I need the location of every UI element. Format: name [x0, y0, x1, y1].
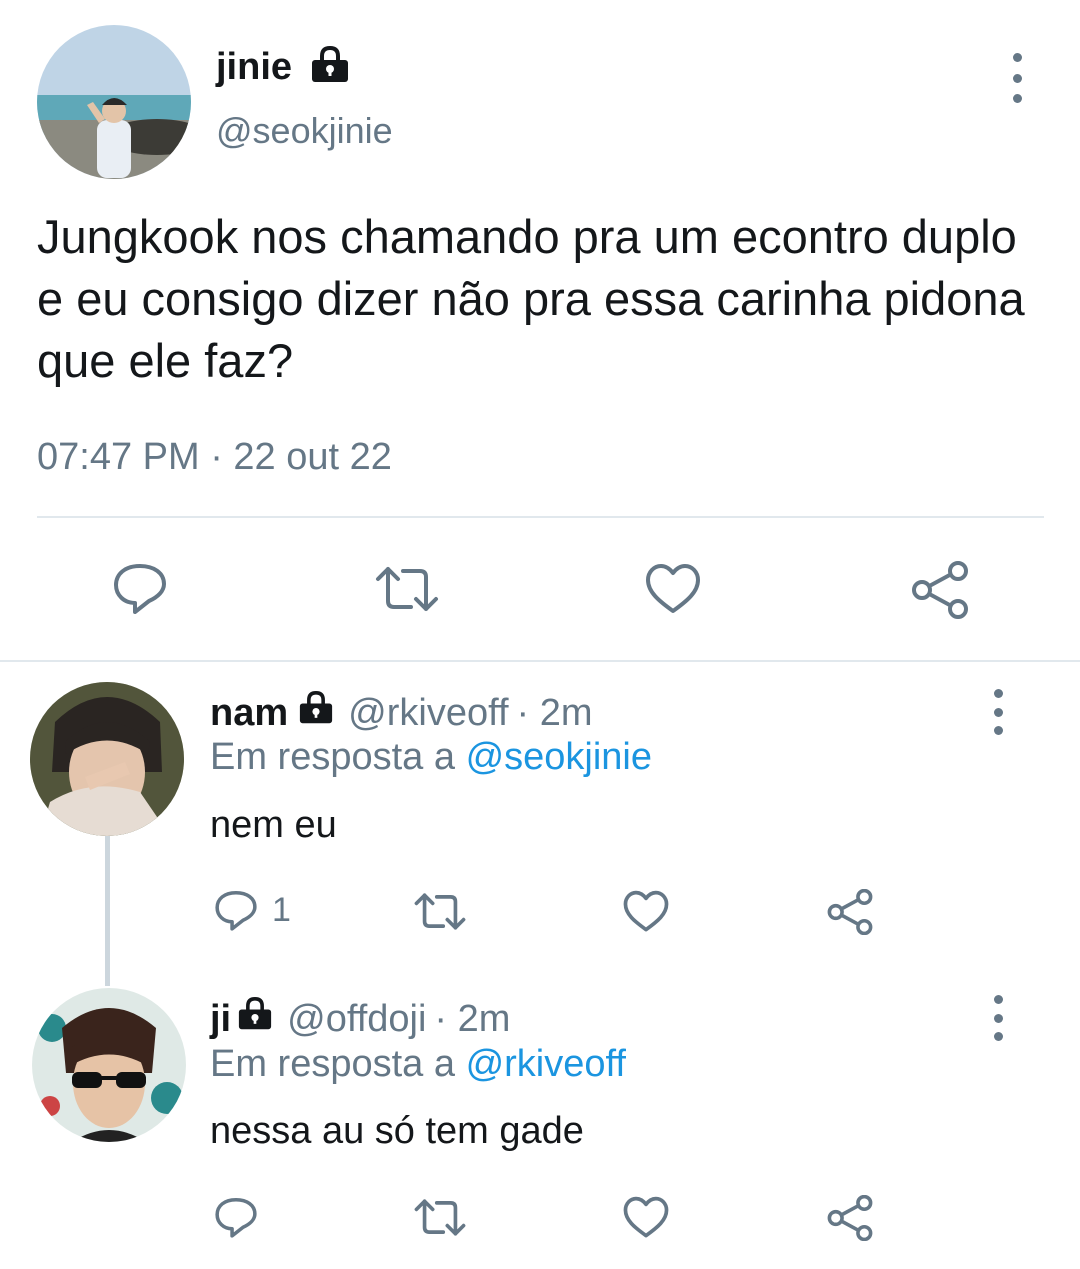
reply-avatar[interactable] — [32, 988, 186, 1142]
reply-time: · 2m — [434, 997, 511, 1040]
main-timestamp: 07:47 PM · 22 out 22 — [37, 436, 392, 478]
main-divider — [37, 516, 1044, 518]
reply-count: 1 — [272, 890, 291, 929]
in-reply-prefix: Em resposta a — [210, 736, 455, 778]
reply-icon[interactable] — [214, 1195, 258, 1239]
share-icon[interactable] — [910, 561, 970, 619]
reply-time: · 2m — [516, 691, 593, 734]
like-icon[interactable] — [645, 563, 701, 615]
reply-text: nem eu — [210, 804, 337, 846]
main-tweet-text: Jungkook nos chamando pra um econtro dup… — [37, 210, 1025, 387]
reply-text: nessa au só tem gade — [210, 1110, 584, 1152]
main-display-name[interactable]: jinie — [216, 46, 292, 89]
lock-icon — [310, 45, 350, 89]
retweet-icon[interactable] — [375, 565, 439, 613]
reply-handle[interactable]: @rkiveoff — [348, 692, 508, 735]
in-reply-to-link[interactable]: @seokjinie — [466, 736, 652, 778]
like-icon[interactable] — [623, 1196, 669, 1239]
in-reply-to-link[interactable]: @rkiveoff — [466, 1043, 626, 1085]
reply-more-menu-icon[interactable] — [983, 689, 1013, 735]
reply-more-menu-icon[interactable] — [983, 995, 1013, 1041]
reply-display-name[interactable]: nam — [210, 692, 288, 735]
share-icon[interactable] — [826, 1195, 874, 1241]
reply-display-name[interactable]: ji — [210, 998, 231, 1041]
reply-icon[interactable] — [112, 560, 168, 616]
like-icon[interactable] — [623, 890, 669, 933]
main-tweet-avatar[interactable] — [37, 25, 191, 179]
lock-icon — [298, 690, 334, 735]
retweet-icon[interactable] — [414, 892, 466, 931]
main-more-menu-icon[interactable] — [1002, 53, 1032, 103]
thread-connector — [105, 836, 110, 986]
lock-icon — [237, 996, 273, 1041]
retweet-icon[interactable] — [414, 1198, 466, 1237]
section-divider — [0, 660, 1080, 662]
in-reply-prefix: Em resposta a — [210, 1043, 455, 1085]
reply-icon[interactable] — [214, 888, 258, 932]
main-handle[interactable]: @seokjinie — [216, 110, 393, 152]
reply-avatar[interactable] — [30, 682, 184, 836]
share-icon[interactable] — [826, 889, 874, 935]
reply-handle[interactable]: @offdoji — [287, 998, 426, 1041]
